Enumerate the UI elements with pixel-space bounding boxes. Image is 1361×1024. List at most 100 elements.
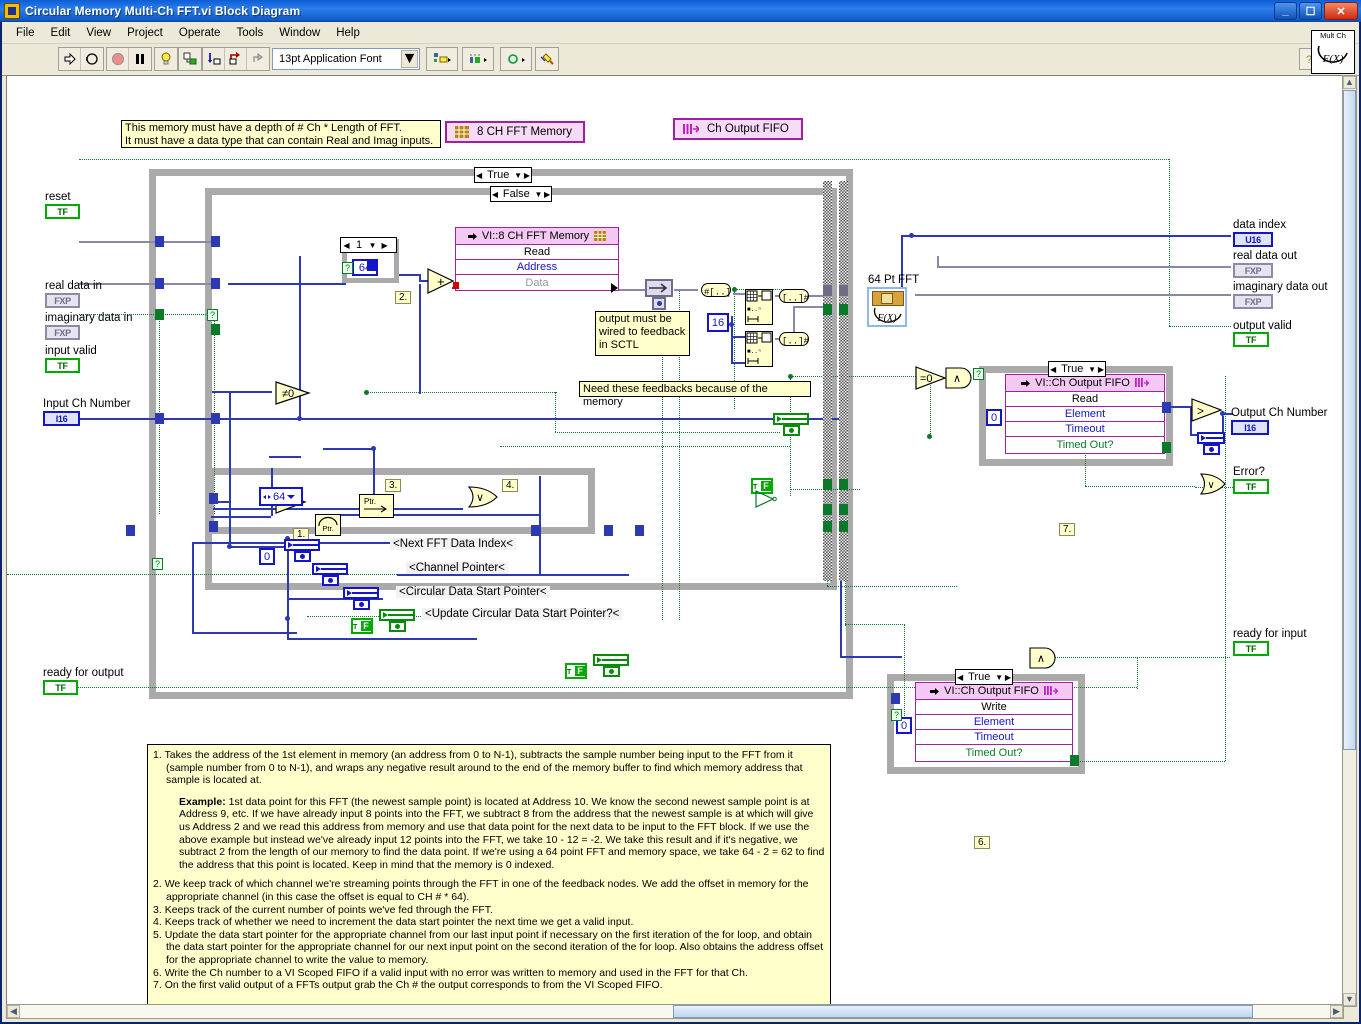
minimize-button[interactable]: _: [1274, 2, 1297, 20]
maximize-button[interactable]: ☐: [1299, 2, 1322, 20]
tunnel-loop-left-c[interactable]: [126, 525, 135, 536]
retain-wire-values-button[interactable]: [179, 48, 201, 70]
and-function-b[interactable]: ∧: [1029, 647, 1059, 674]
control-input-ch-number[interactable]: I16: [43, 411, 80, 426]
outer-case-selector[interactable]: ◀ True ▼ ▶: [474, 167, 532, 183]
case-next-icon[interactable]: ▶: [379, 238, 390, 252]
for-loop-condition-terminal[interactable]: ?: [342, 262, 353, 274]
case-next-icon[interactable]: ▶: [523, 168, 531, 182]
tunnel-green-g[interactable]: [823, 521, 832, 532]
case-prev-icon[interactable]: ◀: [491, 187, 499, 201]
indicator-data-index[interactable]: U16: [1233, 232, 1273, 247]
memory-read-address-row[interactable]: Address: [456, 260, 618, 275]
case-next-icon[interactable]: ▶: [543, 187, 551, 201]
step-over-button[interactable]: [225, 48, 247, 70]
feedback-node-update-pointer[interactable]: [379, 609, 415, 632]
fifo-read-case-selector[interactable]: ◀ True ▼ ▶: [1048, 361, 1106, 377]
memory-read-node[interactable]: VI::8 CH FFT Memory Read Address Data: [455, 227, 619, 291]
feedback-node-valid-flag[interactable]: [773, 413, 809, 436]
tunnel-green-c[interactable]: [823, 479, 832, 490]
case-next-icon[interactable]: ▶: [1004, 670, 1012, 684]
chevron-down-icon[interactable]: ▼: [366, 241, 379, 250]
control-ready-for-output[interactable]: TF: [43, 680, 78, 695]
tunnel-loop-right-c[interactable]: [635, 525, 644, 536]
feedback-node-next-fft-index[interactable]: [284, 539, 320, 562]
reorder-button[interactable]: [501, 48, 531, 70]
feedback-node-ready-bottom[interactable]: [593, 654, 629, 677]
menu-tools[interactable]: Tools: [228, 25, 271, 41]
case-prev-icon[interactable]: ◀: [475, 168, 483, 182]
chevron-down-icon[interactable]: ▼: [1087, 365, 1097, 374]
align-objects-button[interactable]: [427, 48, 457, 70]
run-button[interactable]: [59, 48, 81, 70]
tunnel-loop-right-b[interactable]: [604, 525, 613, 536]
fifo-write-timedout-tunnel[interactable]: [1070, 755, 1079, 766]
indicator-error-q[interactable]: TF: [1233, 479, 1269, 494]
tunnel-real-in-inner[interactable]: [211, 236, 220, 247]
fifo-read-node[interactable]: VI::Ch Output FIFO Read Element Timeout …: [1005, 374, 1165, 454]
clean-up-diagram-button[interactable]: [536, 48, 558, 70]
feedback-node-output-ch[interactable]: [1197, 432, 1225, 455]
menu-window[interactable]: Window: [271, 25, 328, 41]
fifo-read-case-condition[interactable]: ?: [973, 368, 984, 380]
add-function[interactable]: +: [427, 268, 455, 299]
outer-case-condition[interactable]: ?: [152, 558, 163, 570]
control-real-data-in[interactable]: FXP: [45, 293, 80, 308]
tunnel-green-d[interactable]: [839, 479, 848, 490]
for-loop-count-selector[interactable]: ◀ 1 ▼ ▶: [340, 237, 397, 253]
feedback-node-channel-pointer[interactable]: [312, 563, 348, 586]
control-input-valid[interactable]: TF: [45, 358, 80, 373]
constant-channel-pointer-init[interactable]: 0: [259, 548, 275, 565]
tunnel-valid-inner[interactable]: [211, 324, 220, 335]
tunnel-loop-right-a[interactable]: [531, 525, 540, 536]
step-into-button[interactable]: [203, 48, 225, 70]
menu-view[interactable]: View: [78, 25, 119, 41]
not-function[interactable]: [755, 490, 777, 513]
fft-subvi-node[interactable]: F(X): [867, 287, 907, 327]
menu-project[interactable]: Project: [119, 25, 171, 41]
fifo-write-timedout-row[interactable]: Timed Out?: [916, 745, 1072, 760]
fifo-write-case-condition[interactable]: ?: [891, 709, 902, 721]
distribute-objects-button[interactable]: [463, 48, 493, 70]
array-to-number-node-a[interactable]: [..]#: [779, 289, 810, 304]
scroll-left-button[interactable]: ◀: [7, 1005, 20, 1018]
and-function-a[interactable]: ∧: [945, 367, 975, 394]
chevron-down-icon[interactable]: ▼: [994, 673, 1004, 682]
fifo-write-element-tunnel[interactable]: [891, 693, 900, 704]
fifo-write-element-row[interactable]: Element: [916, 715, 1072, 730]
scroll-right-button[interactable]: ▶: [1330, 1005, 1343, 1018]
menu-operate[interactable]: Operate: [171, 25, 229, 41]
constant-ready-bottom-false[interactable]: T F: [565, 663, 587, 679]
case-prev-icon[interactable]: ◀: [341, 238, 352, 252]
indicator-ready-for-input[interactable]: TF: [1233, 641, 1269, 656]
run-continuously-button[interactable]: [81, 48, 103, 70]
tunnel-loop-left-b[interactable]: [209, 521, 218, 532]
fifo-read-element-tunnel[interactable]: [1162, 402, 1171, 413]
tunnel-gray-a[interactable]: [823, 285, 832, 296]
or-function-error[interactable]: ∨: [1199, 472, 1227, 501]
tunnel-green-e[interactable]: [823, 504, 832, 515]
greater-than-function[interactable]: >: [1191, 398, 1223, 427]
fifo-read-element-row[interactable]: Element: [1006, 407, 1164, 422]
feedback-node-init[interactable]: [652, 297, 666, 310]
pointer-read-node[interactable]: Ptr.: [315, 514, 341, 536]
array-split-node-b[interactable]: ■..ⁿ: [745, 331, 773, 367]
pause-button[interactable]: [129, 48, 151, 70]
chevron-down-icon[interactable]: ▼: [513, 171, 523, 180]
step-out-button[interactable]: [247, 48, 269, 70]
tunnel-loop-left-a[interactable]: [209, 493, 218, 504]
resource-fifo-bar[interactable]: Ch Output FIFO: [673, 118, 803, 140]
scroll-down-button[interactable]: ▼: [1343, 993, 1356, 1006]
control-reset[interactable]: TF: [45, 204, 80, 219]
inner-case-condition[interactable]: ?: [207, 309, 218, 321]
horizontal-scrollbar[interactable]: ◀ ▶: [6, 1004, 1344, 1019]
inner-case-selector[interactable]: ◀ False ▼ ▶: [490, 186, 552, 202]
array-to-number-node-b[interactable]: [..]#: [779, 332, 810, 347]
fifo-write-node[interactable]: VI::Ch Output FIFO Write Element Timeout…: [915, 682, 1073, 762]
menu-file[interactable]: File: [8, 25, 43, 41]
pointer-write-node[interactable]: Ptr.: [359, 494, 394, 518]
tunnel-imag-in-inner[interactable]: [211, 278, 220, 289]
indicator-imaginary-data-out[interactable]: FXP: [1233, 294, 1273, 309]
tunnel-green-b[interactable]: [839, 304, 848, 315]
memory-read-data-row[interactable]: Data: [456, 275, 618, 290]
